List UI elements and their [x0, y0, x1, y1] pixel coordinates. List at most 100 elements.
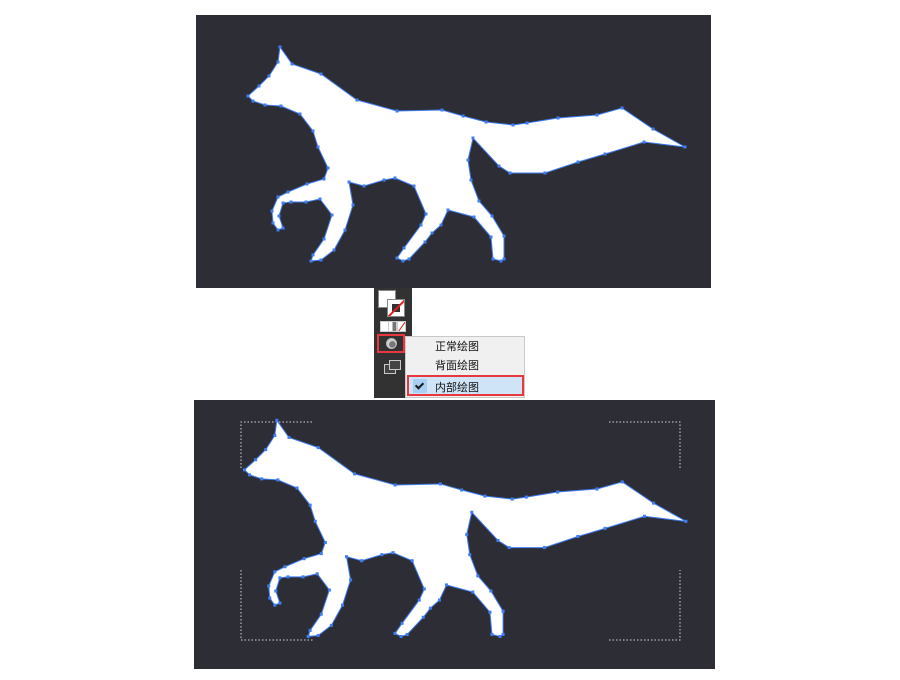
- anchor-point[interactable]: [353, 472, 357, 476]
- anchor-point[interactable]: [330, 213, 334, 217]
- anchor-point[interactable]: [489, 589, 493, 593]
- anchor-point[interactable]: [525, 121, 529, 125]
- anchor-point[interactable]: [421, 615, 425, 619]
- anchor-point[interactable]: [501, 632, 505, 636]
- anchor-point[interactable]: [399, 634, 403, 638]
- anchor-point[interactable]: [277, 214, 281, 218]
- anchor-point[interactable]: [410, 559, 414, 563]
- anchor-point[interactable]: [319, 552, 323, 556]
- anchor-point[interactable]: [278, 576, 282, 580]
- anchor-point[interactable]: [323, 541, 327, 545]
- anchor-point[interactable]: [407, 257, 411, 261]
- stroke-swatch[interactable]: [387, 299, 405, 317]
- anchor-point[interactable]: [595, 487, 599, 491]
- anchor-point[interactable]: [311, 253, 315, 257]
- anchor-point[interactable]: [279, 104, 283, 108]
- anchor-point[interactable]: [395, 109, 399, 113]
- anchor-point[interactable]: [287, 435, 291, 440]
- anchor-point[interactable]: [298, 112, 302, 116]
- anchor-point[interactable]: [391, 551, 395, 555]
- anchor-point[interactable]: [316, 446, 320, 450]
- anchor-point[interactable]: [270, 209, 274, 213]
- anchor-point[interactable]: [263, 103, 267, 107]
- anchor-point[interactable]: [313, 519, 317, 523]
- anchor-point[interactable]: [327, 588, 331, 592]
- anchor-point[interactable]: [382, 178, 386, 182]
- anchor-point[interactable]: [322, 237, 326, 241]
- anchor-point[interactable]: [419, 223, 423, 227]
- anchor-point[interactable]: [684, 519, 688, 523]
- anchor-point[interactable]: [273, 603, 277, 607]
- draw-mode-button[interactable]: [377, 334, 405, 353]
- anchor-point[interactable]: [488, 610, 492, 614]
- anchor-point[interactable]: [393, 483, 397, 487]
- anchor-point[interactable]: [319, 258, 323, 262]
- anchor-point[interactable]: [469, 178, 473, 182]
- anchor-point[interactable]: [308, 503, 312, 507]
- anchor-point[interactable]: [283, 565, 287, 569]
- anchor-point[interactable]: [281, 201, 285, 205]
- anchor-point[interactable]: [290, 62, 294, 66]
- anchor-point[interactable]: [683, 145, 687, 149]
- anchor-point[interactable]: [351, 203, 355, 207]
- anchor-point[interactable]: [438, 482, 442, 486]
- anchor-point[interactable]: [289, 200, 293, 204]
- anchor-point[interactable]: [642, 514, 646, 518]
- anchor-point[interactable]: [440, 108, 444, 112]
- anchor-point[interactable]: [477, 199, 481, 203]
- anchor-point[interactable]: [651, 127, 655, 131]
- anchor-point[interactable]: [642, 140, 646, 144]
- anchor-point[interactable]: [471, 136, 475, 140]
- anchor-point[interactable]: [278, 45, 282, 49]
- anchor-point[interactable]: [445, 583, 449, 587]
- anchor-point[interactable]: [511, 123, 515, 127]
- anchor-point[interactable]: [476, 574, 480, 578]
- anchor-point[interactable]: [422, 587, 426, 591]
- anchor-point[interactable]: [471, 590, 475, 594]
- anchor-point[interactable]: [329, 623, 333, 627]
- anchor-point[interactable]: [343, 228, 347, 232]
- anchor-point[interactable]: [405, 632, 409, 636]
- anchor-point[interactable]: [278, 601, 282, 605]
- anchor-point[interactable]: [332, 248, 336, 252]
- anchor-point[interactable]: [273, 570, 277, 574]
- anchor-point[interactable]: [498, 634, 502, 638]
- anchor-point[interactable]: [423, 240, 427, 244]
- anchor-point[interactable]: [340, 603, 345, 607]
- anchor-point[interactable]: [556, 116, 560, 120]
- anchor-point[interactable]: [360, 559, 364, 563]
- anchor-point[interactable]: [349, 578, 353, 582]
- anchor-point[interactable]: [393, 176, 397, 180]
- anchor-point[interactable]: [446, 208, 450, 212]
- anchor-point[interactable]: [355, 98, 359, 102]
- anchor-point[interactable]: [466, 158, 470, 162]
- anchor-point[interactable]: [502, 234, 506, 238]
- anchor-point[interactable]: [490, 632, 494, 636]
- anchor-point[interactable]: [603, 526, 607, 530]
- menu-item-draw-normal[interactable]: 正常绘图: [406, 337, 524, 356]
- color-mode-buttons[interactable]: [380, 321, 406, 332]
- anchor-point[interactable]: [286, 575, 290, 579]
- anchor-point[interactable]: [576, 160, 580, 164]
- anchor-point[interactable]: [510, 497, 514, 501]
- anchor-point[interactable]: [490, 214, 494, 218]
- anchor-point[interactable]: [400, 621, 404, 625]
- anchor-point[interactable]: [395, 256, 399, 260]
- anchor-point[interactable]: [412, 184, 416, 188]
- anchor-point[interactable]: [461, 114, 465, 118]
- anchor-point[interactable]: [304, 200, 308, 204]
- anchor-point[interactable]: [402, 246, 406, 250]
- anchor-point[interactable]: [326, 166, 330, 170]
- anchor-point[interactable]: [393, 631, 397, 635]
- anchor-point[interactable]: [542, 546, 547, 550]
- anchor-point[interactable]: [276, 478, 280, 482]
- anchor-point[interactable]: [246, 94, 250, 98]
- anchor-point[interactable]: [507, 546, 511, 550]
- fox-shape[interactable]: [243, 418, 687, 638]
- anchor-point[interactable]: [470, 510, 474, 514]
- anchor-point[interactable]: [345, 555, 349, 559]
- anchor-point[interactable]: [439, 223, 443, 227]
- anchor-point[interactable]: [620, 480, 624, 484]
- anchor-point[interactable]: [496, 538, 500, 543]
- anchor-point[interactable]: [316, 145, 320, 149]
